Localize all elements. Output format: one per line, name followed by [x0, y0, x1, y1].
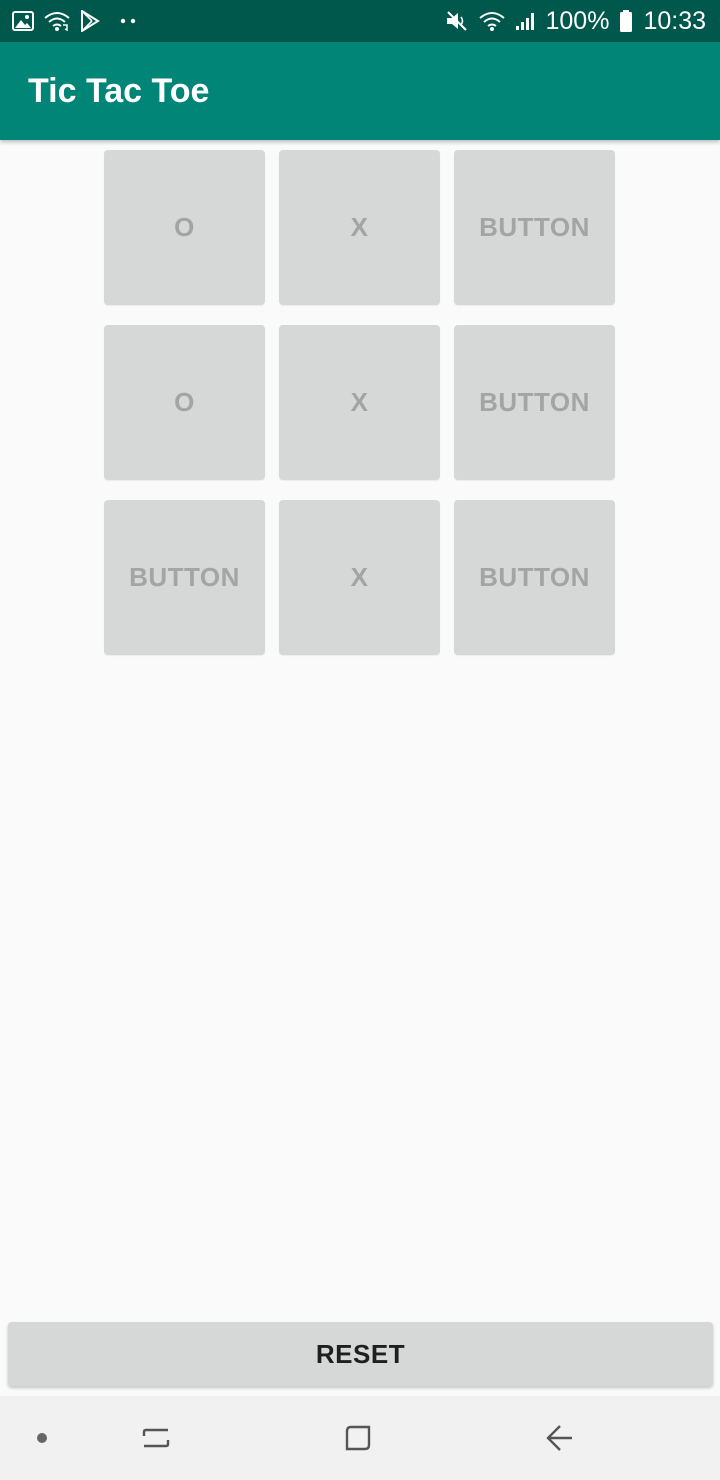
status-bar: 100% 10:33 — [0, 0, 720, 42]
cell-r3-c2[interactable]: X — [279, 500, 440, 655]
status-time: 10:33 — [643, 6, 706, 35]
gallery-icon — [12, 11, 34, 31]
recents-icon[interactable] — [126, 1396, 186, 1480]
back-icon[interactable] — [530, 1396, 590, 1480]
cell-r2-c2[interactable]: X — [279, 325, 440, 480]
cell-r3-c1[interactable]: BUTTON — [104, 500, 265, 655]
navigation-bar — [0, 1396, 720, 1480]
mute-icon — [445, 10, 469, 32]
status-bar-left — [12, 10, 136, 32]
play-store-icon — [80, 10, 100, 32]
battery-icon — [619, 9, 633, 33]
cell-r1-c3[interactable]: BUTTON — [454, 150, 615, 305]
cell-r1-c1[interactable]: O — [104, 150, 265, 305]
wifi-calling-icon — [44, 10, 70, 32]
dot-icon[interactable] — [22, 1396, 62, 1480]
cell-r3-c3[interactable]: BUTTON — [454, 500, 615, 655]
cell-r2-c1[interactable]: O — [104, 325, 265, 480]
cell-r2-c3[interactable]: BUTTON — [454, 325, 615, 480]
cell-r1-c2[interactable]: X — [279, 150, 440, 305]
game-board: O X BUTTON O X BUTTON BUTTON X BUTTON — [104, 150, 615, 655]
battery-percent: 100% — [545, 6, 610, 35]
app-bar: Tic Tac Toe — [0, 42, 720, 140]
app-title: Tic Tac Toe — [28, 71, 210, 110]
more-dots-icon — [120, 18, 136, 24]
wifi-icon — [479, 10, 506, 32]
signal-icon — [515, 11, 535, 31]
home-icon[interactable] — [328, 1396, 388, 1480]
reset-button[interactable]: RESET — [8, 1322, 713, 1386]
status-bar-right: 100% 10:33 — [445, 7, 706, 36]
